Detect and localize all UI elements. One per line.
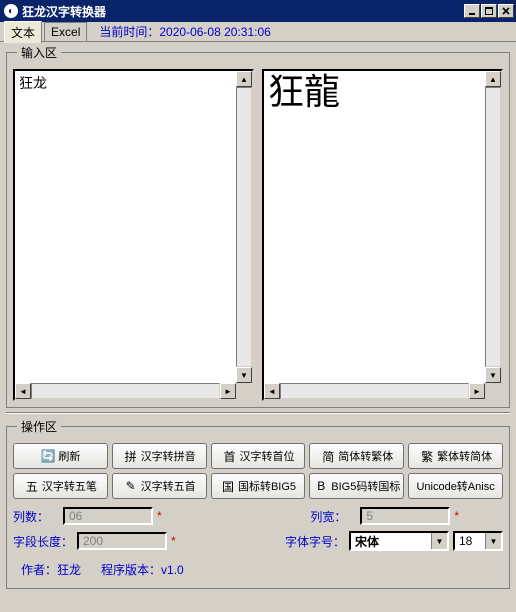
button-label: Unicode转Anisc [416,478,494,494]
pinyin-icon: 拼 [123,448,139,464]
footer: 作者：狂龙 程序版本：v1.0 [13,557,503,582]
button-label: 国标转BIG5 [238,478,296,494]
trad-to-simp-button[interactable]: 繁 繁体转简体 [408,443,503,469]
close-button[interactable] [498,4,514,18]
scrollbar-vertical[interactable]: ▲▼ [485,71,501,383]
to-pinyin-button[interactable]: 拼 汉字转拼音 [112,443,207,469]
col-count-field[interactable] [63,507,153,525]
col-width-field[interactable] [360,507,450,525]
version-value: v1.0 [161,563,184,577]
big5-to-gb-button[interactable]: B BIG5码转国标 [309,473,404,499]
scrollbar-vertical[interactable]: ▲▼ [236,71,252,383]
font-name-value: 宋体 [351,533,431,549]
tab-text[interactable]: 文本 [4,21,42,43]
simp-trad-icon: 简 [320,448,336,464]
font-name-combo[interactable]: 宋体 ▼ [349,531,449,551]
button-label: 刷新 [58,448,80,464]
chevron-down-icon[interactable]: ▼ [485,533,501,549]
required-star: * [454,509,459,523]
wushou-icon: ✎ [123,478,139,494]
button-label: 汉字转五笔 [42,478,97,494]
big5-gb-icon: B [313,478,329,494]
input-textarea-left[interactable]: 狂龙 [15,71,236,383]
minimize-button[interactable] [464,4,480,18]
field-len-label: 字段长度： [13,533,73,550]
separator [6,412,510,414]
scrollbar-horizontal[interactable]: ◄► [264,383,485,399]
col-count-label: 列数： [13,508,59,525]
maximize-button[interactable] [481,4,497,18]
output-textarea-right[interactable]: 狂龍 [264,71,485,383]
col-width-label: 列宽： [310,508,356,525]
font-size-value: 18 [455,533,485,549]
button-label: 汉字转首位 [239,448,294,464]
refresh-icon: 🔄 [40,448,56,464]
simp-to-trad-button[interactable]: 简 简体转繁体 [309,443,404,469]
required-star: * [171,534,176,548]
to-shouwei-button[interactable]: 首 汉字转首位 [211,443,306,469]
titlebar: ◐ 狂龙汉字转换器 [0,0,516,22]
time-value: 2020-06-08 20:31:06 [159,25,270,39]
required-star: * [157,509,162,523]
tab-excel[interactable]: Excel [44,22,87,41]
gb-big5-icon: 国 [220,478,236,494]
button-label: 繁体转简体 [437,448,492,464]
font-size-combo[interactable]: 18 ▼ [453,531,503,551]
input-textarea-left-wrap: 狂龙 ▲▼ ◄► [13,69,254,401]
app-icon: ◐ [4,4,18,18]
button-label: 简体转繁体 [338,448,393,464]
version-label: 程序版本： [101,563,161,577]
input-area-group: 输入区 狂龙 ▲▼ ◄► 狂龍 ▲▼ ◄► [6,44,510,408]
chevron-down-icon[interactable]: ▼ [431,533,447,549]
font-name-label: 字体字号： [285,533,345,550]
button-label: 汉字转五首 [141,478,196,494]
shouwei-icon: 首 [221,448,237,464]
menubar: 文本 Excel 当前时间：2020-06-08 20:31:06 [0,22,516,42]
resize-grip-icon [236,383,252,399]
resize-grip-icon [485,383,501,399]
output-textarea-right-wrap: 狂龍 ▲▼ ◄► [262,69,503,401]
time-label: 当前时间： [99,25,159,39]
field-len-field[interactable] [77,532,167,550]
gb-to-big5-button[interactable]: 国 国标转BIG5 [211,473,306,499]
author-value: 狂龙 [57,563,81,577]
current-time: 当前时间：2020-06-08 20:31:06 [99,23,270,40]
button-label: BIG5码转国标 [331,478,400,494]
refresh-button[interactable]: 🔄 刷新 [13,443,108,469]
wubi-icon: 五 [24,478,40,494]
window-title: 狂龙汉字转换器 [22,3,464,20]
to-wubi-button[interactable]: 五 汉字转五笔 [13,473,108,499]
scrollbar-horizontal[interactable]: ◄► [15,383,236,399]
author-label: 作者： [21,563,57,577]
to-wushou-button[interactable]: ✎ 汉字转五首 [112,473,207,499]
trad-simp-icon: 繁 [419,448,435,464]
input-area-legend: 输入区 [17,44,61,61]
unicode-to-anisc-button[interactable]: Unicode转Anisc [408,473,503,499]
button-label: 汉字转拼音 [141,448,196,464]
ops-area-group: 操作区 🔄 刷新 拼 汉字转拼音 首 汉字转首位 简 简体转繁体 繁 繁体转简体 [6,418,510,589]
ops-area-legend: 操作区 [17,418,61,435]
